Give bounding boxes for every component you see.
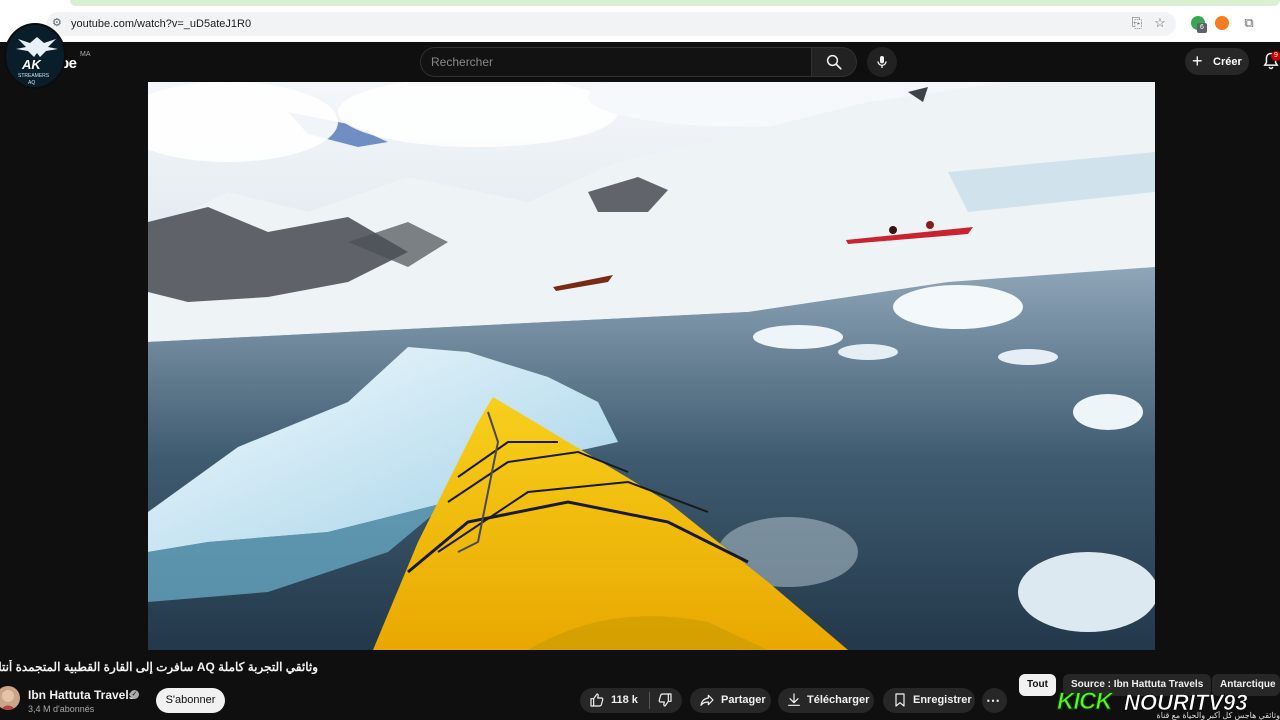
bookmark-icon bbox=[895, 693, 905, 707]
plus-icon: + bbox=[1192, 51, 1203, 71]
extension-count-badge: 6 bbox=[1197, 23, 1207, 33]
video-frame bbox=[148, 82, 1155, 650]
search-icon bbox=[826, 54, 842, 70]
search-input[interactable] bbox=[431, 53, 801, 71]
search-button[interactable] bbox=[811, 47, 857, 77]
overlay-ticker: وثائقي هاجس كل أكبر والحياة مع قناة bbox=[1156, 711, 1280, 720]
microphone-icon bbox=[877, 56, 887, 68]
create-label: Créer bbox=[1213, 56, 1242, 68]
video-title: وثائقي التجربة كاملة AQ سافرت إلى القارة… bbox=[0, 660, 318, 674]
site-settings-icon[interactable]: ⚙ bbox=[52, 17, 64, 29]
channel-name[interactable]: Ibn Hattuta Travels bbox=[28, 688, 135, 702]
subscriber-count: 3,4 M d'abonnés bbox=[28, 704, 95, 714]
verified-check-icon: ✓ bbox=[130, 690, 139, 699]
like-count[interactable]: 118 k bbox=[611, 694, 638, 706]
like-divider bbox=[649, 692, 650, 709]
voice-search-button[interactable] bbox=[867, 47, 897, 77]
install-app-icon[interactable]: ⎘ bbox=[1129, 15, 1145, 31]
extension-orange-icon[interactable] bbox=[1215, 16, 1229, 30]
url-text[interactable]: youtube.com/watch?v=_uD5ateJ1R0 bbox=[71, 17, 251, 31]
thumbs-down-icon[interactable] bbox=[657, 692, 673, 708]
streamer-logo-tag: AQ bbox=[28, 80, 36, 86]
channel-avatar[interactable] bbox=[0, 686, 20, 710]
streamer-logo-subtitle: STREAMERS bbox=[18, 73, 50, 79]
more-dots-icon: ⋯ bbox=[986, 692, 1000, 708]
bookmark-star-icon[interactable]: ☆ bbox=[1152, 15, 1168, 31]
notification-count-badge: 9 bbox=[1271, 51, 1280, 61]
thumbs-up-icon[interactable] bbox=[589, 692, 605, 708]
share-arrow-icon bbox=[700, 694, 714, 706]
streamer-logo-title: AK bbox=[22, 57, 41, 72]
region-code: MA bbox=[80, 51, 91, 58]
save-label: Enregistrer bbox=[913, 694, 972, 706]
share-label: Partager bbox=[721, 694, 766, 706]
video-player[interactable] bbox=[148, 82, 1155, 650]
subscribe-button[interactable]: S'abonner bbox=[156, 688, 225, 713]
chip-all[interactable]: Tout bbox=[1019, 674, 1056, 696]
browser-tab-strip bbox=[70, 0, 1280, 6]
download-label: Télécharger bbox=[807, 694, 870, 706]
extensions-puzzle-icon[interactable]: ⧉ bbox=[1241, 15, 1257, 31]
download-icon bbox=[788, 693, 800, 706]
